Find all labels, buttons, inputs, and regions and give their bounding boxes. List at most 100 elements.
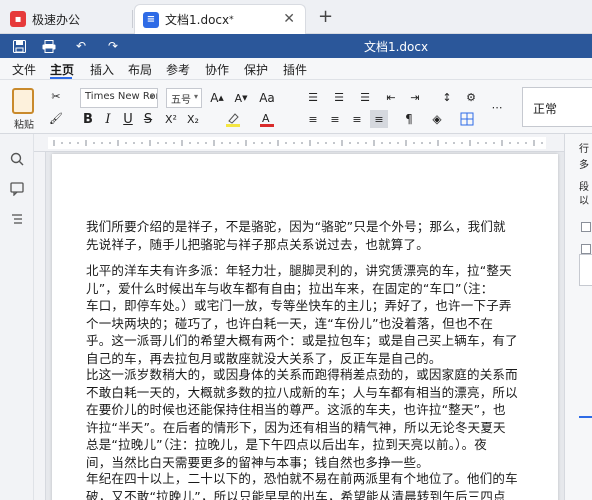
text-line: 总是“拉晚儿”（注：拉晚儿，是下午四点以后出车，拉到天亮以前。）。夜: [86, 437, 488, 452]
paste-label: 粘贴: [14, 120, 34, 131]
text-line: 不敢白耗一天的，大概就多数的拉八成新的车；人与车都有相当的漂亮，所以: [86, 384, 518, 400]
horizontal-ruler[interactable]: [34, 134, 564, 152]
paragraph-mark-icon[interactable]: ¶: [400, 110, 418, 128]
decrease-indent-icon[interactable]: ⇤: [382, 88, 400, 106]
increase-indent-icon[interactable]: ⇥: [406, 88, 424, 106]
text-line: 车口，即停车处。）或宅门一放，专等坐快车的主儿；弄好了，也许一下子弄: [86, 298, 512, 313]
preview-thumbnail: [579, 254, 592, 286]
increase-font-icon[interactable]: A ▲: [208, 88, 226, 108]
font-name-value: Times New Roma: [85, 91, 157, 102]
text-line: 许拉“半天”。在后者的情形下，因为还有相当的精气神，所以无论冬天夏天: [86, 419, 506, 435]
text-line: 自己的车，再去拉包月或散座就没大关系了，反正车是自己的。: [86, 350, 442, 366]
text-line: 个一块两块的；碰巧了，也许白耗一天，连“车份儿”也没着落，但也不在: [86, 315, 494, 331]
document-icon: ≡: [143, 11, 159, 28]
spacing-checkbox[interactable]: [581, 222, 591, 232]
modified-mark: *: [229, 14, 234, 25]
multilevel-list-icon[interactable]: ☰: [356, 88, 374, 106]
menu-file[interactable]: 文件: [12, 61, 36, 78]
text-line: 北平的洋车夫有许多派：年轻力壮，腿脚灵利的，讲究赁漂亮的车，拉“整天: [86, 263, 512, 278]
align-right-icon[interactable]: ≡: [348, 110, 366, 128]
paragraph: 北平的洋车夫有许多派：年轻力壮，腿脚灵利的，讲究赁漂亮的车，拉“整天 儿”，爱什…: [86, 262, 542, 367]
document-title: 文档1.docx: [363, 40, 429, 54]
tab-label: 文档1.docx: [165, 13, 230, 27]
paragraph-settings-panel: 行 多 段 以: [564, 134, 592, 500]
active-tab-indicator: [50, 77, 72, 79]
superscript-icon[interactable]: X²: [162, 110, 180, 128]
menu-collaborate[interactable]: 协作: [205, 61, 229, 78]
text-line: 比这一派岁数稍大的，或因身体的关系而跑得稍差点劲的，或因家庭的关系而: [86, 367, 518, 382]
decrease-font-icon[interactable]: A ▼: [232, 88, 250, 108]
text-line: 破，又不敢“拉晚儿”，所以只能早早的出车，希望能从清晨转到午后三四点: [86, 488, 506, 500]
menu-home[interactable]: 主页: [50, 61, 74, 78]
navigation-icon[interactable]: [8, 210, 26, 228]
menu-bar: 文件 主页 插入 布局 参考 协作 保护 插件: [0, 58, 592, 80]
spacing-before-label: 以: [579, 196, 589, 207]
tab-document[interactable]: ≡ 文档1.docx * ✕: [134, 4, 306, 34]
text-line: 间，当然比白天需要更多的留神与本事；钱自然也多挣一些。: [86, 454, 429, 470]
line-spacing-label: 行: [579, 144, 589, 155]
font-size-select[interactable]: 五号 ▾: [166, 88, 202, 108]
subscript-icon[interactable]: X₂: [184, 110, 202, 128]
paragraph-spacing-label: 段: [579, 182, 589, 193]
borders-icon[interactable]: [458, 110, 476, 128]
font-color-icon[interactable]: A: [258, 110, 276, 128]
strikethrough-icon[interactable]: S: [140, 110, 156, 128]
document-page[interactable]: 我们所要介绍的是祥子，不是骆驼，因为“骆驼”只是个外号；那么，我们就 先说祥子，…: [52, 154, 558, 500]
underline-icon[interactable]: U: [120, 110, 136, 128]
menu-layout[interactable]: 布局: [128, 61, 152, 78]
tab-app-home[interactable]: ▪ 极速办公: [4, 4, 130, 34]
text-line: 乎。这一派哥儿们的希望大概有两个：或是拉包车；或是自己买上辆车，有了: [86, 333, 518, 348]
spacing-mode-select[interactable]: 多: [579, 156, 589, 171]
chevron-down-icon: ▾: [149, 92, 154, 101]
justify-icon[interactable]: ≡: [370, 110, 388, 128]
menu-plugins[interactable]: 插件: [283, 61, 307, 78]
menu-insert[interactable]: 插入: [90, 61, 114, 78]
menu-references[interactable]: 参考: [166, 61, 190, 78]
change-case-icon[interactable]: Aa: [258, 88, 276, 108]
vertical-ruler[interactable]: [34, 152, 46, 500]
text-line: 儿”，爱什么时候出车与收车都有自由；拉出车来，在固定的“车口”（注：: [86, 280, 494, 296]
left-sidebar: [0, 134, 34, 500]
chevron-down-icon: ▾: [193, 92, 198, 101]
paragraph: 比这一派岁数稍大的，或因身体的关系而跑得稍差点劲的，或因家庭的关系而 不敢白耗一…: [86, 366, 542, 471]
shading-icon[interactable]: ◈: [428, 110, 446, 128]
ribbon-toolbar: 粘贴 ✂ 🖌 Times New Roma▾ 五号▾ A▲ A▼ Aa B I …: [0, 80, 592, 134]
align-center-icon[interactable]: ≡: [326, 110, 344, 128]
style-name: 正常: [533, 102, 558, 116]
title-bar: ↶ ↷ 文档1.docx: [0, 34, 592, 58]
menu-protect[interactable]: 保护: [244, 61, 268, 78]
font-size-value: 五号: [171, 95, 191, 106]
spacing-checkbox[interactable]: [581, 244, 591, 254]
line-spacing-icon[interactable]: ↕: [438, 88, 456, 106]
ruler-track: [48, 137, 546, 149]
more-options-icon[interactable]: ⋯: [488, 98, 506, 116]
comment-icon[interactable]: [8, 180, 26, 198]
style-gallery[interactable]: 正常: [522, 87, 592, 127]
paragraph: 年纪在四十以上，二十以下的，恐怕就不易在前两派里有个地位了。他们的车 破，又不敢…: [86, 470, 542, 500]
paste-icon[interactable]: [12, 88, 34, 114]
new-tab-button[interactable]: +: [318, 6, 333, 27]
cut-icon[interactable]: ✂: [48, 88, 64, 104]
close-tab-icon[interactable]: ✕: [283, 11, 295, 27]
font-name-select[interactable]: Times New Roma▾: [80, 88, 158, 108]
panel-divider: [579, 416, 592, 418]
text-line: 先说祥子，随手儿把骆驼与祥子那点关系说过去，也就算了。: [86, 236, 429, 252]
paragraph-settings-icon[interactable]: ⚙: [462, 88, 480, 106]
text-line: 年纪在四十以上，二十以下的，恐怕就不易在前两派里有个地位了。他们的车: [86, 471, 518, 486]
bold-icon[interactable]: B: [80, 110, 96, 128]
highlight-color-icon[interactable]: [224, 110, 242, 128]
tab-divider: [132, 10, 133, 28]
document-canvas: 我们所要介绍的是祥子，不是骆驼，因为“骆驼”只是个外号；那么，我们就 先说祥子，…: [46, 152, 564, 500]
tab-bar: ▪ 极速办公 ≡ 文档1.docx * ✕ +: [0, 0, 592, 34]
search-icon[interactable]: [8, 150, 26, 168]
italic-icon[interactable]: I: [100, 110, 116, 128]
format-painter-icon[interactable]: 🖌: [48, 110, 64, 126]
numbered-list-icon[interactable]: ☰: [330, 88, 348, 106]
svg-text:A: A: [262, 112, 270, 125]
tab-label: 极速办公: [32, 12, 81, 27]
paragraph: 我们所要介绍的是祥子，不是骆驼，因为“骆驼”只是个外号；那么，我们就 先说祥子，…: [86, 218, 542, 253]
bullet-list-icon[interactable]: ☰: [304, 88, 322, 106]
align-left-icon[interactable]: ≡: [304, 110, 322, 128]
app-logo-icon: ▪: [10, 11, 26, 27]
text-line: 我们所要介绍的是祥子，不是骆驼，因为“骆驼”只是个外号；那么，我们就: [86, 219, 506, 234]
